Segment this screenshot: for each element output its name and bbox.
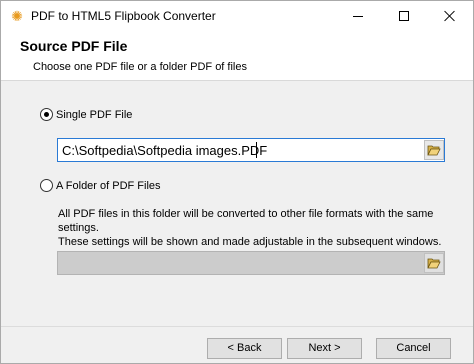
- maximize-button[interactable]: [381, 1, 427, 31]
- close-icon: [444, 10, 456, 22]
- converter-window: ✺ PDF to HTML5 Flipbook Converter Source…: [0, 0, 474, 364]
- open-folder-icon: [427, 258, 441, 269]
- cancel-button[interactable]: Cancel: [376, 338, 451, 359]
- back-button[interactable]: < Back: [207, 338, 282, 359]
- text-caret: [256, 142, 257, 158]
- title-bar: ✺ PDF to HTML5 Flipbook Converter: [1, 1, 473, 31]
- single-pdf-path-input[interactable]: C:\Softpedia\Softpedia images.PDF: [57, 138, 445, 162]
- page-title: Source PDF File: [20, 38, 128, 54]
- browse-file-button[interactable]: [424, 140, 444, 160]
- single-pdf-label[interactable]: Single PDF File: [56, 109, 132, 121]
- maximize-icon: [399, 11, 409, 21]
- folder-pdf-radio[interactable]: [40, 179, 53, 192]
- next-button[interactable]: Next >: [287, 338, 362, 359]
- step-header: Source PDF File Choose one PDF file or a…: [1, 31, 473, 81]
- folder-description: All PDF files in this folder will be con…: [58, 207, 458, 249]
- minimize-icon: [353, 15, 363, 17]
- folder-description-line-2: These settings will be shown and made ad…: [58, 236, 442, 248]
- page-subtitle: Choose one PDF file or a folder PDF of f…: [33, 61, 247, 73]
- window-title: PDF to HTML5 Flipbook Converter: [31, 9, 216, 23]
- minimize-button[interactable]: [335, 1, 381, 31]
- open-folder-icon: [427, 145, 441, 156]
- single-pdf-radio[interactable]: [40, 108, 53, 121]
- folder-pdf-label[interactable]: A Folder of PDF Files: [56, 180, 161, 192]
- folder-path-input[interactable]: [57, 251, 445, 275]
- close-button[interactable]: [427, 1, 473, 31]
- browse-folder-button[interactable]: [424, 253, 444, 273]
- folder-description-line-1: All PDF files in this folder will be con…: [58, 208, 434, 234]
- sun-flower-icon: ✺: [11, 8, 23, 24]
- single-pdf-path-value: C:\Softpedia\Softpedia images.PDF: [62, 143, 268, 158]
- footer-divider: [1, 326, 473, 327]
